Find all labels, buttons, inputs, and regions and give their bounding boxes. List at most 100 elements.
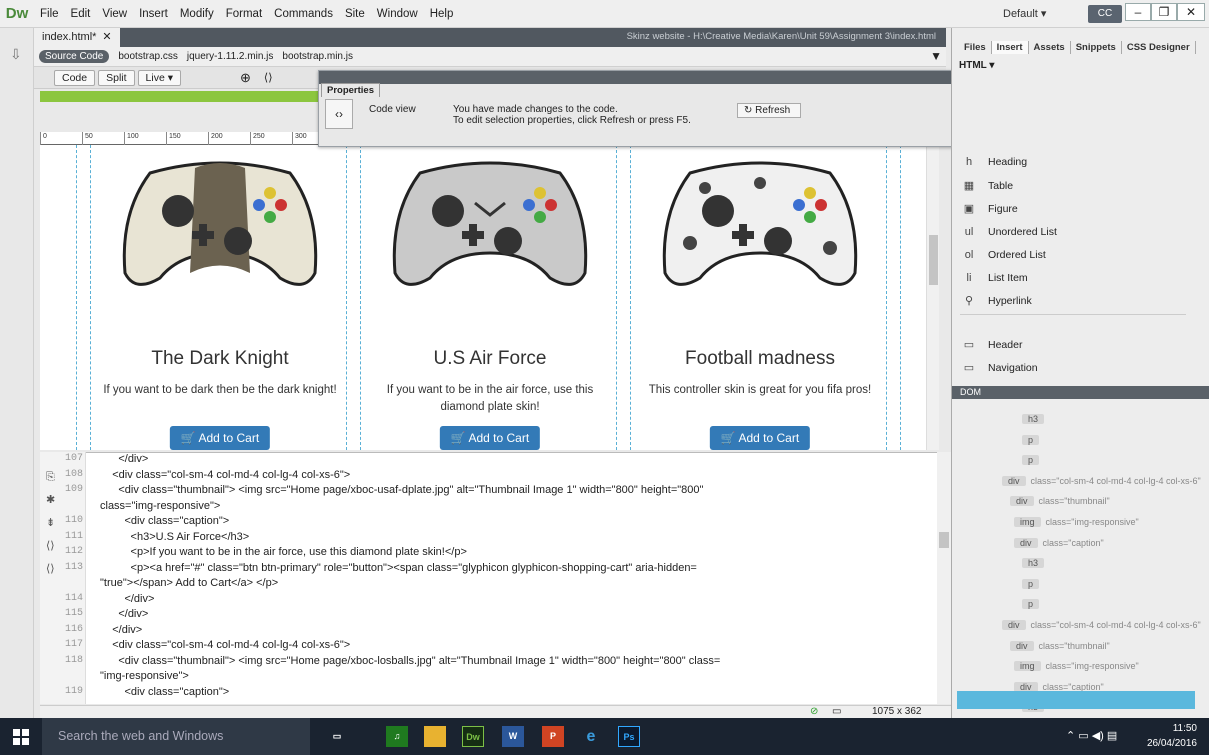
word-icon[interactable]: W <box>502 726 524 747</box>
code-line[interactable]: </div> <box>100 593 154 605</box>
insert-item[interactable]: ul Unordered List <box>960 226 1057 238</box>
code-line[interactable]: <p><a href="#" class="btn btn-primary" r… <box>100 562 697 574</box>
dreamweaver-taskbar-icon[interactable]: Dw <box>462 726 484 747</box>
tab-insert[interactable]: Insert <box>991 41 1029 54</box>
scroll-thumb[interactable] <box>929 235 938 285</box>
system-tray-icons[interactable]: ⌃ ▭ ◀) ▤ <box>1066 729 1117 742</box>
refresh-button[interactable]: ↻ Refresh <box>737 103 801 118</box>
code-view-button[interactable]: Code <box>54 69 96 86</box>
extract-icon[interactable]: ⇩ <box>10 46 22 63</box>
code-line[interactable]: <h3>U.S Air Force</h3> <box>100 531 250 543</box>
tab-css-designer[interactable]: CSS Designer <box>1122 41 1196 54</box>
design-view[interactable]: The Dark Knight If you want to be dark t… <box>40 145 926 450</box>
source-code-button[interactable]: Source Code <box>39 50 110 63</box>
insert-item[interactable]: ⚲ Hyperlink <box>960 294 1032 308</box>
window-size-label[interactable]: 1075 x 362 <box>872 706 922 717</box>
menu-format[interactable]: Format <box>220 0 268 28</box>
dom-node[interactable]: h3 <box>1022 414 1049 424</box>
dom-node[interactable]: p <box>1022 599 1044 610</box>
related-file[interactable]: jquery-1.11.2.min.js <box>187 51 274 62</box>
task-view-icon[interactable]: ▭ <box>326 726 348 747</box>
tab-index-html[interactable]: index.html* ✕ <box>34 28 120 47</box>
dom-node[interactable]: p <box>1022 434 1044 445</box>
code-line[interactable]: <p>If you want to be in the air force, u… <box>100 546 467 558</box>
insert-item[interactable]: ▭ Header <box>960 338 1023 352</box>
dom-node[interactable]: div class="thumbnail" <box>1010 496 1110 507</box>
add-to-cart-button[interactable]: 🛒 Add to Cart <box>439 426 541 450</box>
app-icon[interactable]: ♫ <box>386 726 408 747</box>
code-line[interactable]: "true"></span> Add to Cart</a> </p> <box>100 577 278 589</box>
menu-view[interactable]: View <box>96 0 133 28</box>
code-line[interactable]: <div class="col-sm-4 col-md-4 col-lg-4 c… <box>100 639 350 651</box>
insert-item[interactable]: ▭ Navigation <box>960 361 1038 375</box>
tab-assets[interactable]: Assets <box>1029 41 1071 54</box>
properties-tab[interactable]: Properties <box>321 83 380 97</box>
menu-file[interactable]: File <box>34 0 65 28</box>
menu-window[interactable]: Window <box>371 0 424 28</box>
dom-node[interactable]: p <box>1022 578 1044 589</box>
tab-snippets[interactable]: Snippets <box>1071 41 1122 54</box>
code-line[interactable]: <div class="thumbnail"> <img src="Home p… <box>100 484 703 496</box>
menu-commands[interactable]: Commands <box>268 0 339 28</box>
insert-item[interactable]: li List Item <box>960 272 1028 284</box>
clock[interactable]: 11:50 26/04/2016 <box>1147 721 1197 751</box>
dom-node[interactable]: h3 <box>1022 558 1049 569</box>
close-tab-icon[interactable]: ✕ <box>102 28 111 47</box>
file-explorer-icon[interactable] <box>424 726 446 747</box>
code-line[interactable]: "img-responsive"> <box>100 670 189 682</box>
inspect-icon[interactable]: ⊕ <box>240 70 251 86</box>
insert-item-icon: ▣ <box>963 203 975 215</box>
code-line[interactable]: </div> <box>100 624 142 636</box>
windows-start-icon[interactable] <box>0 718 42 755</box>
insert-category[interactable]: HTML ▾ <box>959 60 994 71</box>
media-query-bar[interactable] <box>40 91 325 102</box>
tab-files[interactable]: Files <box>959 41 992 54</box>
window-size-icon[interactable]: ▭ <box>832 706 841 717</box>
dom-node[interactable]: p <box>1022 455 1044 466</box>
insert-item[interactable]: ▣ Figure <box>960 202 1018 216</box>
menu-insert[interactable]: Insert <box>133 0 174 28</box>
restore-icon[interactable]: ❐ <box>1151 3 1177 21</box>
code-line[interactable]: <div class="caption"> <box>100 515 229 527</box>
add-to-cart-button[interactable]: 🛒 Add to Cart <box>709 426 811 450</box>
add-to-cart-button[interactable]: 🛒 Add to Cart <box>169 426 271 450</box>
live-view-button[interactable]: Live ▾ <box>137 69 182 86</box>
dom-node[interactable]: img class="img-responsive" <box>1014 661 1139 672</box>
minimize-icon[interactable]: – <box>1125 3 1151 21</box>
controller-image-dark-knight <box>122 161 318 286</box>
powerpoint-icon[interactable]: P <box>542 726 564 747</box>
edge-icon[interactable]: e <box>580 726 602 747</box>
photoshop-icon[interactable]: Ps <box>618 726 640 747</box>
dom-selected-row[interactable] <box>957 691 1195 709</box>
insert-item[interactable]: ▦ Table <box>960 179 1013 193</box>
design-scrollbar[interactable] <box>926 145 939 450</box>
code-line[interactable]: </div> <box>100 608 148 620</box>
code-line[interactable]: <div class="thumbnail"> <img src="Home p… <box>100 655 720 667</box>
close-icon[interactable]: ✕ <box>1177 3 1205 21</box>
dom-node[interactable]: div class="caption" <box>1014 537 1104 548</box>
code-line[interactable]: <div class="caption"> <box>100 686 229 698</box>
code-line[interactable]: class="img-responsive"> <box>100 500 220 512</box>
taskbar-search[interactable]: Search the web and Windows <box>42 718 310 755</box>
sync-settings-button[interactable]: CC <box>1088 5 1122 23</box>
related-file[interactable]: bootstrap.min.js <box>282 51 353 62</box>
code-navigator-icon[interactable]: ⟨⟩ <box>264 71 273 84</box>
menu-help[interactable]: Help <box>424 0 460 28</box>
dom-node[interactable]: div class="thumbnail" <box>1010 640 1110 651</box>
code-scrollbar[interactable] <box>937 452 951 704</box>
dom-node[interactable]: div class="col-sm-4 col-md-4 col-lg-4 col… <box>1002 620 1201 630</box>
menu-edit[interactable]: Edit <box>65 0 97 28</box>
dom-node[interactable]: img class="img-responsive" <box>1014 517 1139 527</box>
dom-node[interactable]: div class="col-sm-4 col-md-4 col-lg-4 col… <box>1002 475 1201 486</box>
menu-site[interactable]: Site <box>339 0 371 28</box>
insert-item[interactable]: h Heading <box>960 156 1027 168</box>
scroll-thumb[interactable] <box>939 532 949 548</box>
split-view-button[interactable]: Split <box>98 69 135 86</box>
code-line[interactable]: </div> <box>100 453 148 465</box>
workspace-switcher[interactable]: Default ▾ <box>1003 5 1071 24</box>
related-file[interactable]: bootstrap.css <box>118 51 177 62</box>
code-line[interactable]: <div class="col-sm-4 col-md-4 col-lg-4 c… <box>100 469 350 481</box>
filter-icon[interactable]: ▼ <box>930 49 942 63</box>
insert-item[interactable]: ol Ordered List <box>960 249 1046 261</box>
menu-modify[interactable]: Modify <box>174 0 220 28</box>
